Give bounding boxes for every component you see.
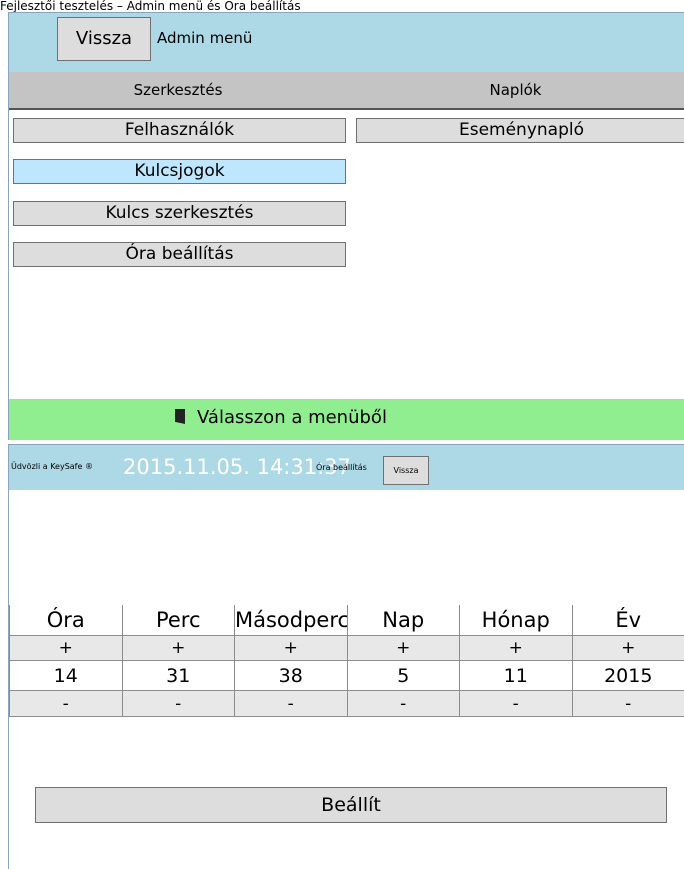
back-button[interactable]: Vissza (383, 456, 429, 485)
clock-title: Óra beállítás (316, 463, 367, 472)
header-honap: Hónap (459, 605, 573, 636)
status-text: Válasszon a menüből (197, 407, 387, 428)
menu-item-ora-beallitas[interactable]: Óra beállítás (13, 242, 346, 267)
admin-header: Vissza Admin menü (9, 13, 684, 72)
increment-nap-button[interactable]: + (346, 635, 460, 661)
decrement-nap-button[interactable]: - (346, 690, 460, 717)
header-ev: Év (571, 605, 684, 636)
increment-ev-button[interactable]: + (571, 635, 684, 661)
welcome-text: Üdvözli a KeySafe ® (11, 462, 93, 471)
increment-ora-button[interactable]: + (9, 635, 123, 661)
decrement-ev-button[interactable]: - (571, 690, 684, 717)
value-perc: 31 (121, 660, 235, 691)
increment-honap-button[interactable]: + (459, 635, 573, 661)
menu-item-kulcs-szerkesztes[interactable]: Kulcs szerkesztés (13, 201, 346, 226)
header-ora: Óra (9, 605, 123, 636)
menu-item-esemenynaplo[interactable]: Eseménynapló (356, 118, 684, 143)
time-table: Óra Perc Másodperc Nap Hónap Év + + + + … (9, 605, 684, 717)
header-nap: Nap (346, 605, 460, 636)
decrement-masodperc-button[interactable]: - (234, 690, 348, 717)
value-ora: 14 (9, 660, 123, 691)
decrement-ora-button[interactable]: - (9, 690, 123, 717)
increment-masodperc-button[interactable]: + (234, 635, 348, 661)
value-ev: 2015 (571, 660, 684, 691)
set-button[interactable]: Beállít (35, 787, 667, 823)
tab-szerkesztes[interactable]: Szerkesztés (9, 72, 347, 108)
value-masodperc: 38 (234, 660, 348, 691)
decrement-honap-button[interactable]: - (459, 690, 573, 717)
decrement-perc-button[interactable]: - (121, 690, 235, 717)
menu-item-kulcsjogok[interactable]: Kulcsjogok (13, 159, 346, 184)
value-nap: 5 (346, 660, 460, 691)
clock-header: Üdvözli a KeySafe ® 2015.11.05. 14:31:37… (9, 445, 684, 490)
admin-menu-window: Vissza Admin menü Szerkesztés Naplók Fel… (8, 12, 684, 440)
value-honap: 11 (459, 660, 573, 691)
back-button[interactable]: Vissza (57, 17, 151, 61)
window-title: Admin menü (157, 29, 253, 47)
page-caption: Fejlesztői tesztelés – Admin menü és Óra… (0, 0, 301, 12)
door-icon (175, 409, 185, 424)
increment-perc-button[interactable]: + (121, 635, 235, 661)
header-masodperc: Másodperc (234, 605, 348, 636)
header-perc: Perc (121, 605, 235, 636)
clock-window: Üdvözli a KeySafe ® 2015.11.05. 14:31:37… (8, 444, 684, 869)
tab-bar: Szerkesztés Naplók (9, 72, 684, 110)
tab-naplok[interactable]: Naplók (347, 72, 684, 108)
status-bar: Válasszon a menüből (9, 399, 684, 440)
menu-item-felhasznalok[interactable]: Felhasználók (13, 118, 346, 143)
